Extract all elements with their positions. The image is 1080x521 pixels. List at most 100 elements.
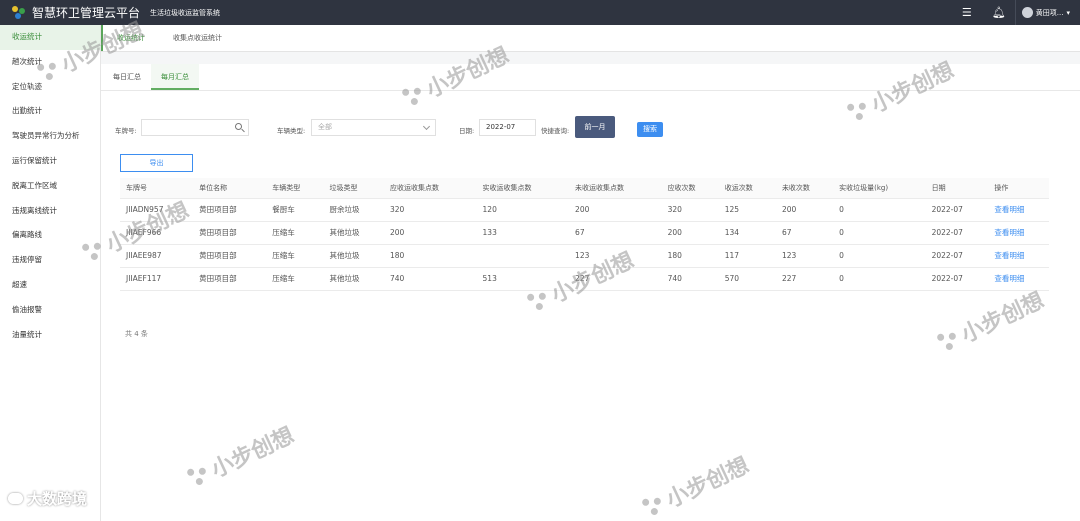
column-header: 应收次数 (661, 178, 719, 199)
table-cell: 压缩车 (266, 267, 324, 291)
sidebar-item[interactable]: 油量统计 (0, 323, 100, 348)
table-cell: 513 (476, 267, 570, 291)
table-cell: 2022-07 (925, 267, 989, 291)
table-cell: 227 (775, 267, 834, 291)
main-content: 收运统计 收集点收运统计 每日汇总 每月汇总 车牌号: 车辆类型: 全部 日期: 2… (101, 25, 1080, 521)
table-cell: 200 (384, 221, 477, 245)
table-cell: JIIADN957 (120, 198, 194, 222)
table-cell: 其他垃圾 (323, 267, 385, 291)
column-header: 单位名称 (193, 178, 267, 199)
sub-tab[interactable]: 每月汇总 (151, 64, 199, 90)
table-cell: 123 (775, 244, 834, 268)
table-cell: 其他垃圾 (323, 221, 385, 245)
column-header: 车牌号 (120, 178, 194, 199)
table-cell: 黄田项目部 (193, 244, 267, 268)
chevron-down-icon (422, 122, 431, 131)
table-row: JIIAEF966 黄田项目部 压缩车 其他垃圾 200 133 67 200 134 67 0 20… (120, 221, 1049, 245)
sidebar-item[interactable]: 违规停留 (0, 248, 100, 273)
sidebar-item[interactable]: 运行保留统计 (0, 149, 100, 174)
total-count: 共 4 条 (125, 330, 148, 338)
view-details-link[interactable]: 查看明细 (988, 221, 1049, 245)
sidebar-item[interactable]: 脱离工作区域 (0, 174, 100, 199)
table-cell: 67 (569, 221, 662, 245)
table-cell: 压缩车 (266, 244, 324, 268)
column-header: 垃圾类型 (323, 178, 385, 199)
bell-icon[interactable]: 🔔︎ (983, 0, 1015, 25)
table-cell: 180 (384, 244, 477, 268)
table-cell: 227 (569, 267, 662, 291)
sub-tab[interactable]: 每日汇总 (103, 64, 151, 90)
page-tab[interactable]: 收集点收运统计 (159, 25, 236, 51)
vehicle-type-select[interactable]: 全部 (311, 119, 436, 136)
table-cell: 2022-07 (925, 198, 989, 222)
sub-tabs: 每日汇总 每月汇总 (101, 64, 1080, 91)
filter-bar: 车牌号: 车辆类型: 全部 日期: 2022-07 快捷查询: 前一月 搜索 (101, 116, 1080, 142)
table-cell: 厨余垃圾 (323, 198, 385, 222)
quick-query-label: 快捷查询: (541, 127, 570, 135)
column-header: 操作 (988, 178, 1049, 199)
column-header: 未收运收集点数 (569, 178, 662, 199)
table-cell: 123 (569, 244, 662, 268)
table-cell: 黄田项目部 (193, 221, 267, 245)
table-cell: 67 (775, 221, 834, 245)
table-cell: 0 (833, 244, 926, 268)
table-cell: 134 (718, 221, 776, 245)
table-cell: 133 (476, 221, 570, 245)
sidebar-item[interactable]: 驾驶员异常行为分析 (0, 124, 100, 149)
table-cell: 125 (718, 198, 776, 222)
export-button[interactable]: 导出 (120, 154, 193, 172)
column-header: 未收次数 (775, 178, 834, 199)
sidebar-item[interactable]: 趟次统计 (0, 50, 100, 75)
column-header: 日期 (925, 178, 989, 199)
search-icon[interactable] (235, 123, 242, 130)
plate-input[interactable] (141, 119, 249, 136)
table-row: JIIAEF117 黄田项目部 压缩车 其他垃圾 740 513 227 740 570 227 0… (120, 267, 1049, 291)
table-cell: 2022-07 (925, 244, 989, 268)
table-cell: 0 (833, 267, 926, 291)
menu-icon[interactable]: ☰ (951, 0, 983, 25)
table-cell: 570 (718, 267, 776, 291)
view-details-link[interactable]: 查看明细 (988, 198, 1049, 222)
page-tab[interactable]: 收运统计 (101, 25, 159, 51)
sidebar-item[interactable]: 出勤统计 (0, 99, 100, 124)
sidebar-item[interactable]: 收运统计 (0, 25, 100, 50)
table-cell: 黄田项目部 (193, 267, 267, 291)
column-header: 实收运收集点数 (476, 178, 570, 199)
table-cell: 200 (775, 198, 834, 222)
table-cell: JIIAEE987 (120, 244, 194, 268)
table-row: JIIADN957 黄田项目部 餐厨车 厨余垃圾 320 120 200 320 125 200 0… (120, 198, 1049, 222)
table-header-row: 车牌号 单位名称 车辆类型 垃圾类型 应收运收集点数 实收运收集点数 未收运收集点数 应收次数… (120, 178, 1049, 199)
table-cell: 黄田项目部 (193, 198, 267, 222)
user-menu[interactable]: 黄田项... ▾ (1014, 0, 1080, 25)
column-header: 实收垃圾量(kg) (833, 178, 926, 199)
sidebar-item[interactable]: 超速 (0, 273, 100, 298)
column-header: 收运次数 (718, 178, 776, 199)
column-header: 应收运收集点数 (384, 178, 477, 199)
user-name: 黄田项... (1035, 8, 1064, 17)
table-cell: 180 (661, 244, 719, 268)
search-button[interactable]: 搜索 (637, 122, 663, 137)
sidebar-item[interactable]: 偷油报警 (0, 298, 100, 323)
footer-brand: 大数跨境 (8, 488, 87, 509)
app-logo-icon (12, 5, 26, 20)
table-cell: 2022-07 (925, 221, 989, 245)
table-cell (476, 244, 570, 268)
table-cell: 320 (661, 198, 719, 222)
table-cell: 120 (476, 198, 570, 222)
table-cell: JIIAEF966 (120, 221, 194, 245)
sidebar-item[interactable]: 定位轨迹 (0, 75, 100, 100)
view-details-link[interactable]: 查看明细 (988, 244, 1049, 268)
view-details-link[interactable]: 查看明细 (988, 267, 1049, 291)
table-cell: 200 (661, 221, 719, 245)
column-header: 车辆类型 (266, 178, 324, 199)
date-input[interactable]: 2022-07 (479, 119, 536, 136)
stats-table: 车牌号 单位名称 车辆类型 垃圾类型 应收运收集点数 实收运收集点数 未收运收集点数 应收次数… (120, 178, 1049, 291)
app-subtitle: 生活垃圾收运监管系统 (150, 8, 221, 17)
sidebar-item[interactable]: 违规离线统计 (0, 199, 100, 224)
table-cell: 740 (384, 267, 477, 291)
prev-month-button[interactable]: 前一月 (575, 116, 615, 138)
sidebar-item[interactable]: 偏离路线 (0, 223, 100, 248)
page-tabs: 收运统计 收集点收运统计 (101, 25, 1080, 52)
vehicle-type-value: 全部 (318, 123, 332, 131)
table-cell: 0 (833, 198, 926, 222)
